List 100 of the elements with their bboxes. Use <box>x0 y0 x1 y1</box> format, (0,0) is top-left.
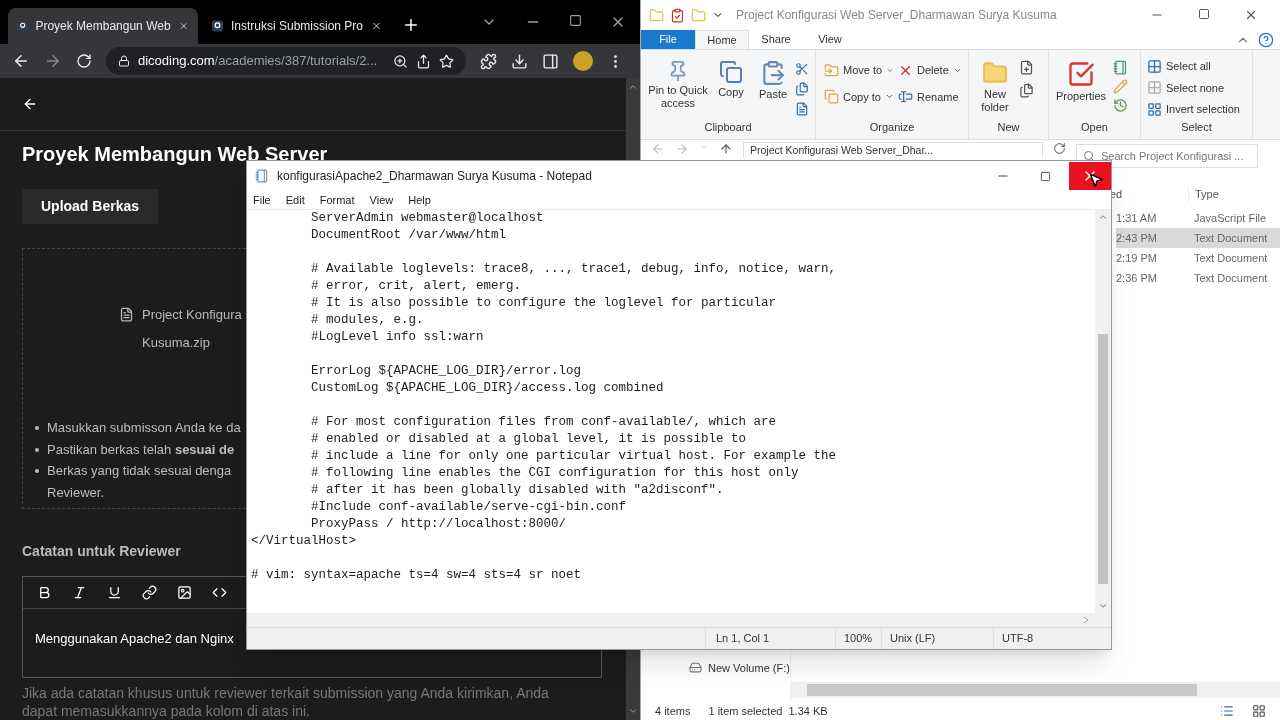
horizontal-scrollbar[interactable] <box>247 613 1111 627</box>
nav-item[interactable]: New Volume (F:) <box>689 659 790 676</box>
close-icon[interactable] <box>1244 8 1258 22</box>
ribbon-button[interactable]: Delete <box>898 62 968 79</box>
scroll-down-icon[interactable] <box>1098 601 1108 611</box>
details-view-icon[interactable] <box>1220 704 1234 718</box>
ribbon-button[interactable]: Paste <box>753 60 793 101</box>
download-icon[interactable] <box>511 52 528 70</box>
upload-button[interactable]: Upload Berkas <box>22 189 158 224</box>
back-icon[interactable] <box>22 96 38 112</box>
file-icon <box>119 307 134 322</box>
menu-item[interactable]: View <box>369 191 394 209</box>
ribbon-tab[interactable]: Share <box>749 30 803 49</box>
folder-icon <box>982 60 1008 86</box>
close-button[interactable] <box>1069 162 1111 190</box>
scroll-down-icon[interactable] <box>628 706 638 716</box>
horizontal-scrollbar[interactable] <box>791 682 1280 698</box>
ribbon-tab[interactable]: View <box>803 30 857 49</box>
bookmark-icon[interactable] <box>439 53 454 69</box>
forward-icon[interactable] <box>44 52 62 70</box>
file-row[interactable]: 2:43 PM Text Document <box>1116 228 1280 248</box>
easy-access-icon[interactable] <box>1019 83 1034 98</box>
side-panel-icon[interactable] <box>542 52 559 70</box>
menu-item[interactable]: Format <box>319 191 355 209</box>
copy-icon <box>719 60 743 84</box>
favicon-icon <box>212 19 223 33</box>
file-row[interactable]: 2:36 PM Text Document <box>1116 268 1280 288</box>
rename-icon <box>898 89 913 105</box>
cut-icon[interactable] <box>795 62 809 76</box>
ribbon-button[interactable]: Copy to <box>824 88 894 105</box>
group-label: New <box>996 119 1021 135</box>
clipboard-icon <box>760 60 786 86</box>
address-field[interactable]: Project Konfigurasi Web Server_Dhar... <box>743 142 1043 158</box>
file-row[interactable]: 2:19 PM Text Document <box>1116 248 1280 268</box>
address-bar[interactable]: dicoding.com/academies/387/tutorials/2... <box>106 47 466 75</box>
image-icon[interactable] <box>177 585 192 600</box>
ribbon-button[interactable]: Pin to Quick access <box>647 60 709 110</box>
ribbon-button[interactable]: Copy <box>711 60 751 99</box>
ribbon-button[interactable]: Rename <box>898 88 968 105</box>
maximize-icon[interactable] <box>1040 170 1051 182</box>
up-icon[interactable] <box>719 142 733 156</box>
browser-tab[interactable]: Proyek Membangun Web <box>8 8 198 44</box>
ribbon-button[interactable]: Properties <box>1053 60 1109 103</box>
ribbon-button[interactable]: Invert selection <box>1147 101 1252 118</box>
group-label: Clipboard <box>703 119 753 135</box>
grid-icon <box>1147 101 1162 117</box>
code-line: CustomLog ${APACHE_LOG_DIR}/access.log combined <box>310 380 665 397</box>
code-icon[interactable] <box>212 585 227 600</box>
code-line: #LogLevel info ssl:warn <box>310 329 485 346</box>
column-header[interactable]: Type <box>1188 185 1280 202</box>
table-cell-text: Text Document <box>1193 250 1269 266</box>
new-item-icon[interactable] <box>1019 60 1034 75</box>
bullet-text: Reviewer. <box>47 483 106 502</box>
vertical-scrollbar[interactable] <box>1095 210 1111 613</box>
open-icon[interactable] <box>1113 60 1128 75</box>
url-text: dicoding.com/academies/387/tutorials/2... <box>138 52 379 71</box>
underline-icon[interactable] <box>107 585 122 600</box>
avatar[interactable] <box>573 51 593 71</box>
maximize-icon[interactable] <box>1198 8 1210 20</box>
italic-icon[interactable] <box>72 585 87 600</box>
grid-icon <box>1147 58 1162 74</box>
code-line: # For most configuration files from conf-available/, which are <box>310 414 778 431</box>
ribbon-tab[interactable]: File <box>641 30 695 49</box>
menu-item[interactable]: File <box>253 191 271 209</box>
paste-shortcut-icon[interactable] <box>795 102 809 116</box>
ribbon-button[interactable]: Move to <box>824 62 894 79</box>
code-line: ErrorLog ${APACHE_LOG_DIR}/error.log <box>310 363 583 380</box>
back-icon[interactable] <box>12 52 30 70</box>
ribbon-button[interactable]: Select all <box>1147 58 1252 75</box>
large-icons-view-icon[interactable] <box>1252 704 1266 718</box>
share-icon[interactable] <box>416 53 431 69</box>
menu-item[interactable]: Help <box>408 191 431 209</box>
extensions-icon[interactable] <box>480 52 497 70</box>
link-icon[interactable] <box>142 585 157 600</box>
refresh-icon[interactable] <box>1053 142 1066 155</box>
editor-text: Menggunakan Apache2 dan Nginx <box>35 630 235 648</box>
table-cell-text: Text Document <box>1193 270 1269 286</box>
reload-icon[interactable] <box>76 53 92 69</box>
section-label: Catatan untuk Reviewer <box>22 542 182 561</box>
code-line: # after it has been globally disabled with "a2disconf". <box>310 482 725 499</box>
code-line: ProxyPass / http://localhost:8000/ <box>310 516 568 533</box>
properties-icon[interactable] <box>670 7 685 23</box>
ribbon-button[interactable]: Select none <box>1147 79 1252 96</box>
bold-icon[interactable] <box>37 585 52 600</box>
maximize-icon[interactable] <box>569 14 582 27</box>
help-icon[interactable] <box>1258 31 1274 48</box>
zoom-icon[interactable] <box>393 53 408 69</box>
new-tab-icon[interactable] <box>402 16 420 34</box>
code-line: # modules, e.g. <box>310 312 425 329</box>
file-row[interactable]: 1:31 AM JavaScript File <box>1116 208 1280 228</box>
copy-path-icon[interactable] <box>795 82 809 96</box>
scroll-up-icon[interactable] <box>628 82 638 92</box>
code-line: # Available loglevels: trace8, ..., trace1, debug, info, notice, warn, <box>310 261 838 278</box>
ribbon-button[interactable]: New folder <box>975 60 1015 114</box>
browser-tab[interactable]: Instruksi Submission Pro <box>202 8 392 44</box>
bullet-text: Pastikan berkas telah sesuai de <box>47 440 235 459</box>
ribbon-tab[interactable]: Home <box>695 30 749 49</box>
history-icon[interactable] <box>1113 98 1128 113</box>
menu-item[interactable]: Edit <box>285 191 305 209</box>
scroll-up-icon[interactable] <box>1098 212 1108 222</box>
